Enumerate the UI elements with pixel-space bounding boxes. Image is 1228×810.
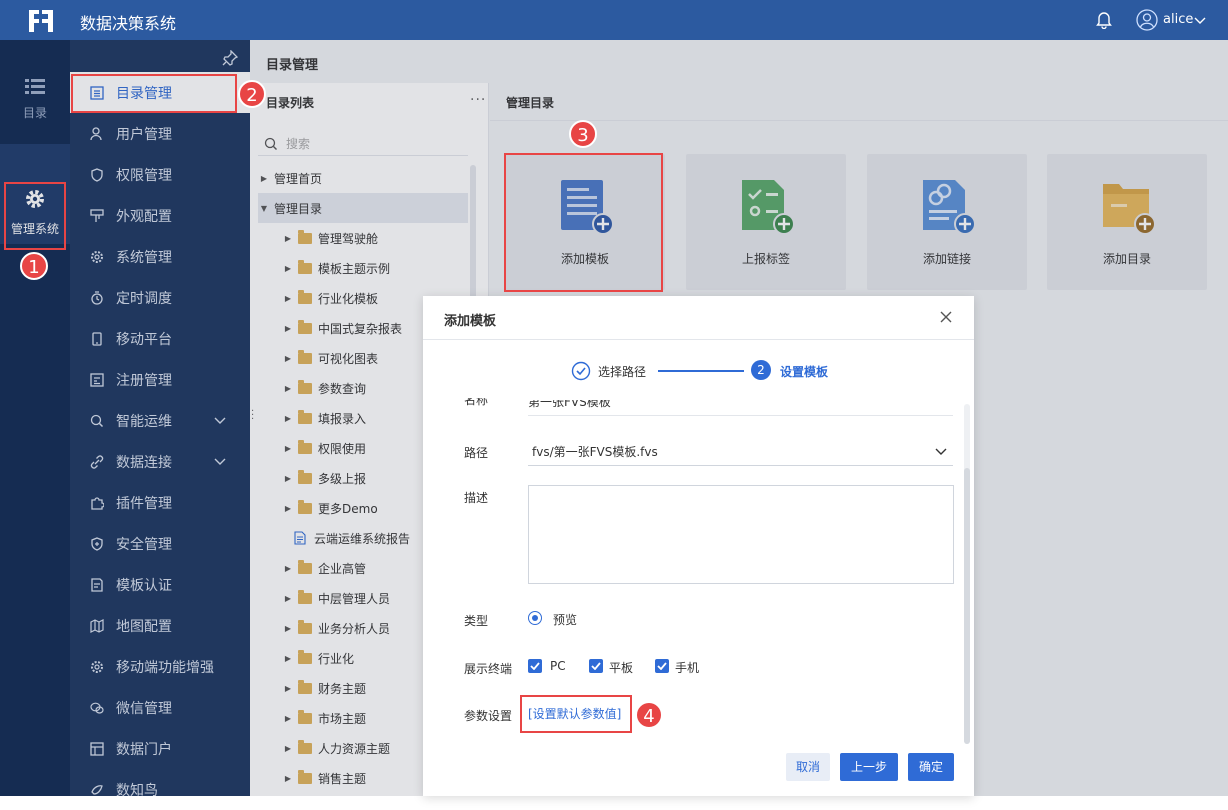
terminal-tablet-checkbox[interactable] [589, 659, 603, 673]
path-label: 路径 [464, 446, 489, 460]
name-label: 名称 [464, 398, 489, 407]
check-icon [530, 662, 540, 670]
step-connector [658, 370, 744, 372]
annotation-box-3 [504, 153, 663, 292]
description-label: 描述 [464, 491, 489, 505]
dialog-title: 添加模板 [444, 314, 497, 329]
type-radio-label: 预览 [553, 613, 578, 627]
type-radio-preview[interactable] [528, 611, 542, 625]
step-2-label: 设置模板 [780, 365, 829, 379]
check-icon [657, 662, 667, 670]
name-field[interactable]: 第一张FVS模板 [528, 400, 953, 416]
path-select[interactable]: fvs/第一张FVS模板.fvs [528, 438, 953, 466]
dialog-header: 添加模板 [423, 296, 974, 340]
chevron-down-icon[interactable] [1194, 15, 1206, 25]
user-name[interactable]: alice [1163, 12, 1193, 27]
type-label: 类型 [464, 614, 489, 628]
add-template-dialog: 添加模板 选择路径 2 设置模板 名称 第一张FVS模板 路径 fvs/第一张F… [423, 296, 974, 796]
check-circle-icon [571, 361, 591, 381]
dialog-scrollbar-thumb[interactable] [964, 468, 970, 744]
cancel-button[interactable]: 取消 [786, 753, 830, 781]
dialog-scrollbar[interactable] [964, 404, 970, 744]
app-logo-icon [29, 10, 53, 32]
terminal-tablet-label: 平板 [609, 661, 634, 675]
close-icon[interactable] [939, 310, 953, 324]
annotation-badge-2: 2 [238, 80, 266, 108]
param-label: 参数设置 [464, 709, 513, 723]
annotation-box-4 [520, 695, 632, 733]
terminal-phone-checkbox[interactable] [655, 659, 669, 673]
description-textarea[interactable] [528, 485, 954, 584]
user-avatar-icon[interactable] [1136, 9, 1158, 31]
annotation-box-2 [71, 74, 237, 113]
bell-icon[interactable] [1096, 11, 1112, 29]
terminal-phone-label: 手机 [675, 661, 700, 675]
annotation-badge-1: 1 [20, 252, 48, 280]
terminal-pc-checkbox[interactable] [528, 659, 542, 673]
step-1-label: 选择路径 [598, 365, 647, 379]
annotation-badge-4: 4 [635, 701, 663, 729]
annotation-badge-3: 3 [569, 120, 597, 148]
terminal-pc-label: PC [550, 659, 566, 673]
step-2-number: 2 [751, 360, 771, 380]
top-bar: 数据决策系统 alice [0, 0, 1228, 40]
wizard-steps: 选择路径 2 设置模板 [571, 360, 831, 382]
confirm-button[interactable]: 确定 [908, 753, 954, 781]
path-value: fvs/第一张FVS模板.fvs [532, 445, 658, 459]
chevron-down-icon[interactable] [935, 448, 947, 456]
terminal-label: 展示终端 [464, 662, 513, 676]
annotation-box-1 [4, 182, 66, 250]
check-icon [591, 662, 601, 670]
app-title: 数据决策系统 [80, 14, 177, 33]
previous-step-button[interactable]: 上一步 [840, 753, 898, 781]
